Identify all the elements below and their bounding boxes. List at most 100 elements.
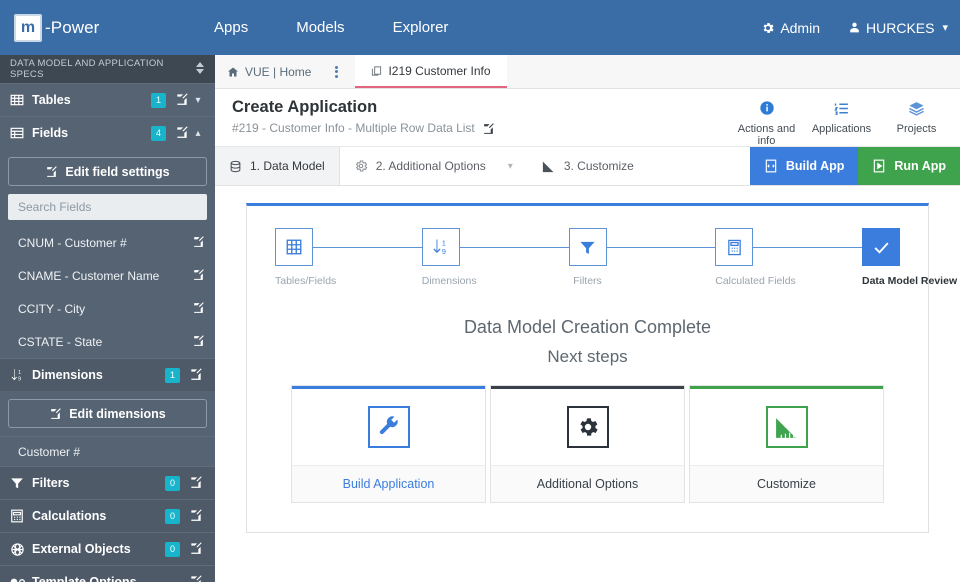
step-tab-data-model[interactable]: 1. Data Model bbox=[215, 147, 340, 185]
edit-field-icon[interactable] bbox=[192, 301, 205, 317]
ruler-icon bbox=[765, 406, 808, 448]
edit-filters-icon[interactable] bbox=[189, 475, 203, 492]
step-tab-customize[interactable]: 3. Customize bbox=[527, 147, 648, 185]
edit-subtitle-icon[interactable] bbox=[482, 122, 495, 135]
admin-label: Admin bbox=[780, 19, 820, 36]
calculator-icon bbox=[10, 509, 32, 523]
nav-apps[interactable]: Apps bbox=[214, 19, 248, 36]
build-app-label: Build App bbox=[785, 159, 845, 173]
chevron-down-icon[interactable]: ▾ bbox=[508, 161, 513, 172]
chevron-down-icon: ▾ bbox=[942, 22, 948, 34]
user-icon bbox=[848, 21, 861, 34]
dimension-item-customer-number[interactable]: Customer # bbox=[0, 436, 215, 466]
brand-logo[interactable]: m -Power bbox=[0, 13, 200, 42]
run-app-button[interactable]: Run App bbox=[858, 147, 960, 185]
admin-button[interactable]: Admin bbox=[761, 20, 820, 36]
heading-complete: Data Model Creation Complete bbox=[463, 317, 712, 337]
object-icon bbox=[10, 542, 32, 557]
field-item-cstate-label: CSTATE - State bbox=[18, 334, 103, 349]
dimension-item-label: Customer # bbox=[18, 444, 81, 459]
field-item-cstate[interactable]: CSTATE - State bbox=[0, 325, 215, 358]
user-label: HURCKES bbox=[866, 19, 935, 36]
user-menu[interactable]: HURCKES ▾ bbox=[848, 20, 948, 36]
sidebar-item-fields[interactable]: Fields 4 ▴ bbox=[0, 116, 215, 149]
sidebar-item-dimensions[interactable]: 19 Dimensions 1 bbox=[0, 358, 215, 391]
sidebar: DATA MODEL AND APPLICATION SPECS Tables … bbox=[0, 55, 215, 582]
field-item-cnum[interactable]: CNUM - Customer # bbox=[0, 226, 215, 259]
card-customize[interactable]: Customize bbox=[689, 385, 884, 503]
sidebar-item-template-options-label: Template Options bbox=[32, 575, 137, 582]
edit-field-icon[interactable] bbox=[192, 334, 205, 350]
wizard-step-calculated-fields[interactable]: Calculated Fields bbox=[715, 228, 796, 287]
field-item-ccity[interactable]: CCITY - City bbox=[0, 292, 215, 325]
projects-label: Projects bbox=[896, 123, 937, 135]
sidebar-item-calculations-label: Calculations bbox=[32, 509, 107, 523]
build-icon bbox=[764, 159, 778, 173]
field-item-cnum-label: CNUM - Customer # bbox=[18, 235, 127, 250]
wizard-step-dimensions[interactable]: 19 Dimensions bbox=[421, 228, 477, 287]
card-build-application[interactable]: Build Application bbox=[291, 385, 486, 503]
wizard-step-box bbox=[275, 228, 313, 266]
chevron-up-icon[interactable]: ▴ bbox=[191, 128, 205, 139]
applications-label: Applications bbox=[811, 123, 872, 135]
funnel-icon bbox=[580, 241, 595, 254]
edit-dimensions-icon[interactable] bbox=[189, 367, 203, 384]
wizard-step-filters[interactable]: Filters bbox=[568, 228, 607, 287]
check-icon bbox=[873, 242, 889, 254]
edit-tables-icon[interactable] bbox=[175, 92, 189, 109]
chevron-down-icon[interactable]: ▾ bbox=[191, 95, 205, 106]
edit-calculations-icon[interactable] bbox=[189, 508, 203, 525]
search-fields-input[interactable]: Search Fields bbox=[8, 194, 207, 220]
calculations-count-badge: 0 bbox=[165, 508, 180, 524]
wizard-step-tables-fields[interactable]: Tables/Fields bbox=[275, 228, 336, 287]
card-additional-options[interactable]: Additional Options bbox=[490, 385, 685, 503]
applications-button[interactable]: Applications bbox=[804, 97, 879, 147]
fields-icon bbox=[10, 126, 32, 140]
sort-icon: 19 bbox=[433, 239, 446, 256]
sidebar-item-template-options[interactable]: Template Options bbox=[0, 565, 215, 582]
search-fields-placeholder: Search Fields bbox=[18, 200, 92, 214]
actions-and-info-button[interactable]: Actions and info bbox=[729, 97, 804, 147]
edit-field-icon[interactable] bbox=[192, 235, 205, 251]
wizard-connector bbox=[753, 247, 862, 248]
field-item-cname[interactable]: CNAME - Customer Name bbox=[0, 259, 215, 292]
svg-text:9: 9 bbox=[18, 376, 21, 382]
build-app-button[interactable]: Build App bbox=[749, 147, 859, 185]
edit-dimensions-button[interactable]: Edit dimensions bbox=[8, 399, 207, 428]
brand-mark-icon: m bbox=[14, 13, 42, 42]
step-tabs: 1. Data Model 2. Additional Options ▾ 3.… bbox=[215, 147, 960, 186]
more-options-icon[interactable] bbox=[323, 55, 349, 88]
step-tab-additional-options[interactable]: 2. Additional Options ▾ bbox=[340, 147, 527, 185]
nav-explorer[interactable]: Explorer bbox=[393, 19, 449, 36]
tables-count-badge: 1 bbox=[151, 92, 166, 108]
edit-field-icon[interactable] bbox=[192, 268, 205, 284]
sidebar-item-filters[interactable]: Filters 0 bbox=[0, 466, 215, 499]
heading-next-steps: Next steps bbox=[547, 347, 628, 366]
toggle-icon bbox=[10, 577, 32, 582]
tab-customer-info[interactable]: I219 Customer Info bbox=[355, 55, 507, 88]
wizard-step-data-model-review[interactable]: Data Model Review bbox=[862, 228, 957, 287]
projects-button[interactable]: Projects bbox=[879, 97, 954, 147]
run-icon bbox=[872, 159, 886, 173]
sidebar-item-calculations[interactable]: Calculations 0 bbox=[0, 499, 215, 532]
edit-external-objects-icon[interactable] bbox=[189, 541, 203, 558]
layers-icon bbox=[879, 97, 954, 119]
wizard-step-box: 19 bbox=[421, 228, 460, 266]
edit-field-settings-button[interactable]: Edit field settings bbox=[8, 157, 207, 186]
home-icon bbox=[227, 66, 239, 78]
info-icon bbox=[729, 97, 804, 119]
sidebar-item-dimensions-label: Dimensions bbox=[32, 368, 103, 382]
edit-icon bbox=[49, 407, 62, 420]
wizard-step-box bbox=[715, 228, 754, 266]
top-navbar: m -Power Apps Models Explorer Admin HURC… bbox=[0, 0, 960, 55]
brand-text: -Power bbox=[45, 17, 100, 37]
edit-template-options-icon[interactable] bbox=[189, 574, 203, 582]
list-icon bbox=[804, 97, 879, 119]
sort-toggle-icon[interactable] bbox=[195, 61, 205, 77]
breadcrumb-home[interactable]: VUE | Home bbox=[215, 55, 323, 88]
nav-models[interactable]: Models bbox=[296, 19, 344, 36]
sidebar-item-filters-label: Filters bbox=[32, 476, 70, 490]
sidebar-item-tables[interactable]: Tables 1 ▾ bbox=[0, 83, 215, 116]
edit-fields-icon[interactable] bbox=[175, 125, 189, 142]
sidebar-item-external-objects[interactable]: External Objects 0 bbox=[0, 532, 215, 565]
